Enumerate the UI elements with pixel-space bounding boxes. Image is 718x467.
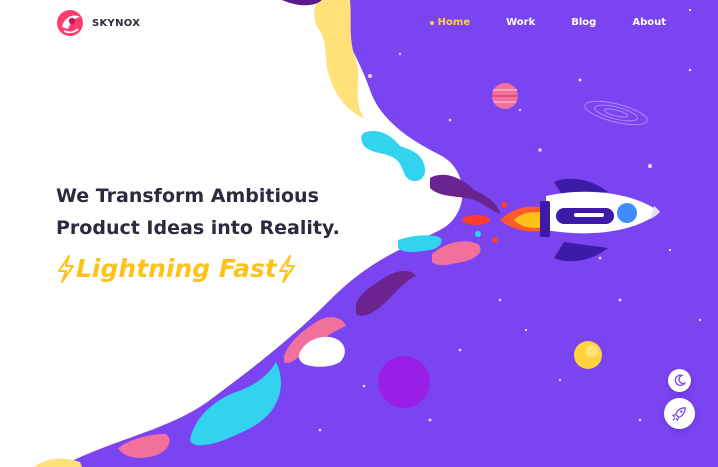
active-dot-icon xyxy=(429,20,434,25)
nav-item-home[interactable]: Home xyxy=(429,17,471,28)
nav-links: Home Work Blog About xyxy=(429,17,666,28)
nav-item-label: About xyxy=(632,17,666,28)
brand-name: SKYNOX xyxy=(92,17,141,29)
pink-planet xyxy=(492,83,518,109)
lightning-bolt-icon xyxy=(58,254,74,283)
nav-item-label: Blog xyxy=(571,17,597,28)
theme-toggle-button[interactable] xyxy=(668,369,691,392)
brand[interactable]: SKYNOX xyxy=(56,9,140,37)
nav-item-label: Home xyxy=(437,17,471,28)
launch-button[interactable] xyxy=(664,398,695,429)
nav-item-work[interactable]: Work xyxy=(506,17,535,28)
purple-planet xyxy=(378,356,430,408)
hero-tagline: Lightning Fast xyxy=(56,254,340,283)
yellow-planet xyxy=(574,341,602,369)
hero-headline-line-1: We Transform Ambitious xyxy=(56,185,319,207)
moon-icon xyxy=(674,374,686,387)
hero-headline-line-2: Product Ideas into Reality. xyxy=(56,217,340,239)
lightning-bolt-icon xyxy=(278,254,295,283)
top-nav: SKYNOX Home Work Blog About xyxy=(0,0,718,46)
hero-scene: SKYNOX Home Work Blog About We Transform… xyxy=(0,0,718,467)
nav-item-label: Work xyxy=(506,17,536,28)
skynox-logo-icon xyxy=(57,10,83,36)
nav-item-blog[interactable]: Blog xyxy=(571,17,596,28)
nav-item-about[interactable]: About xyxy=(632,17,666,28)
hero-text: We Transform Ambitious Product Ideas int… xyxy=(56,180,340,283)
rocket-icon xyxy=(671,407,686,422)
tagline-text: Lightning Fast xyxy=(76,254,277,283)
